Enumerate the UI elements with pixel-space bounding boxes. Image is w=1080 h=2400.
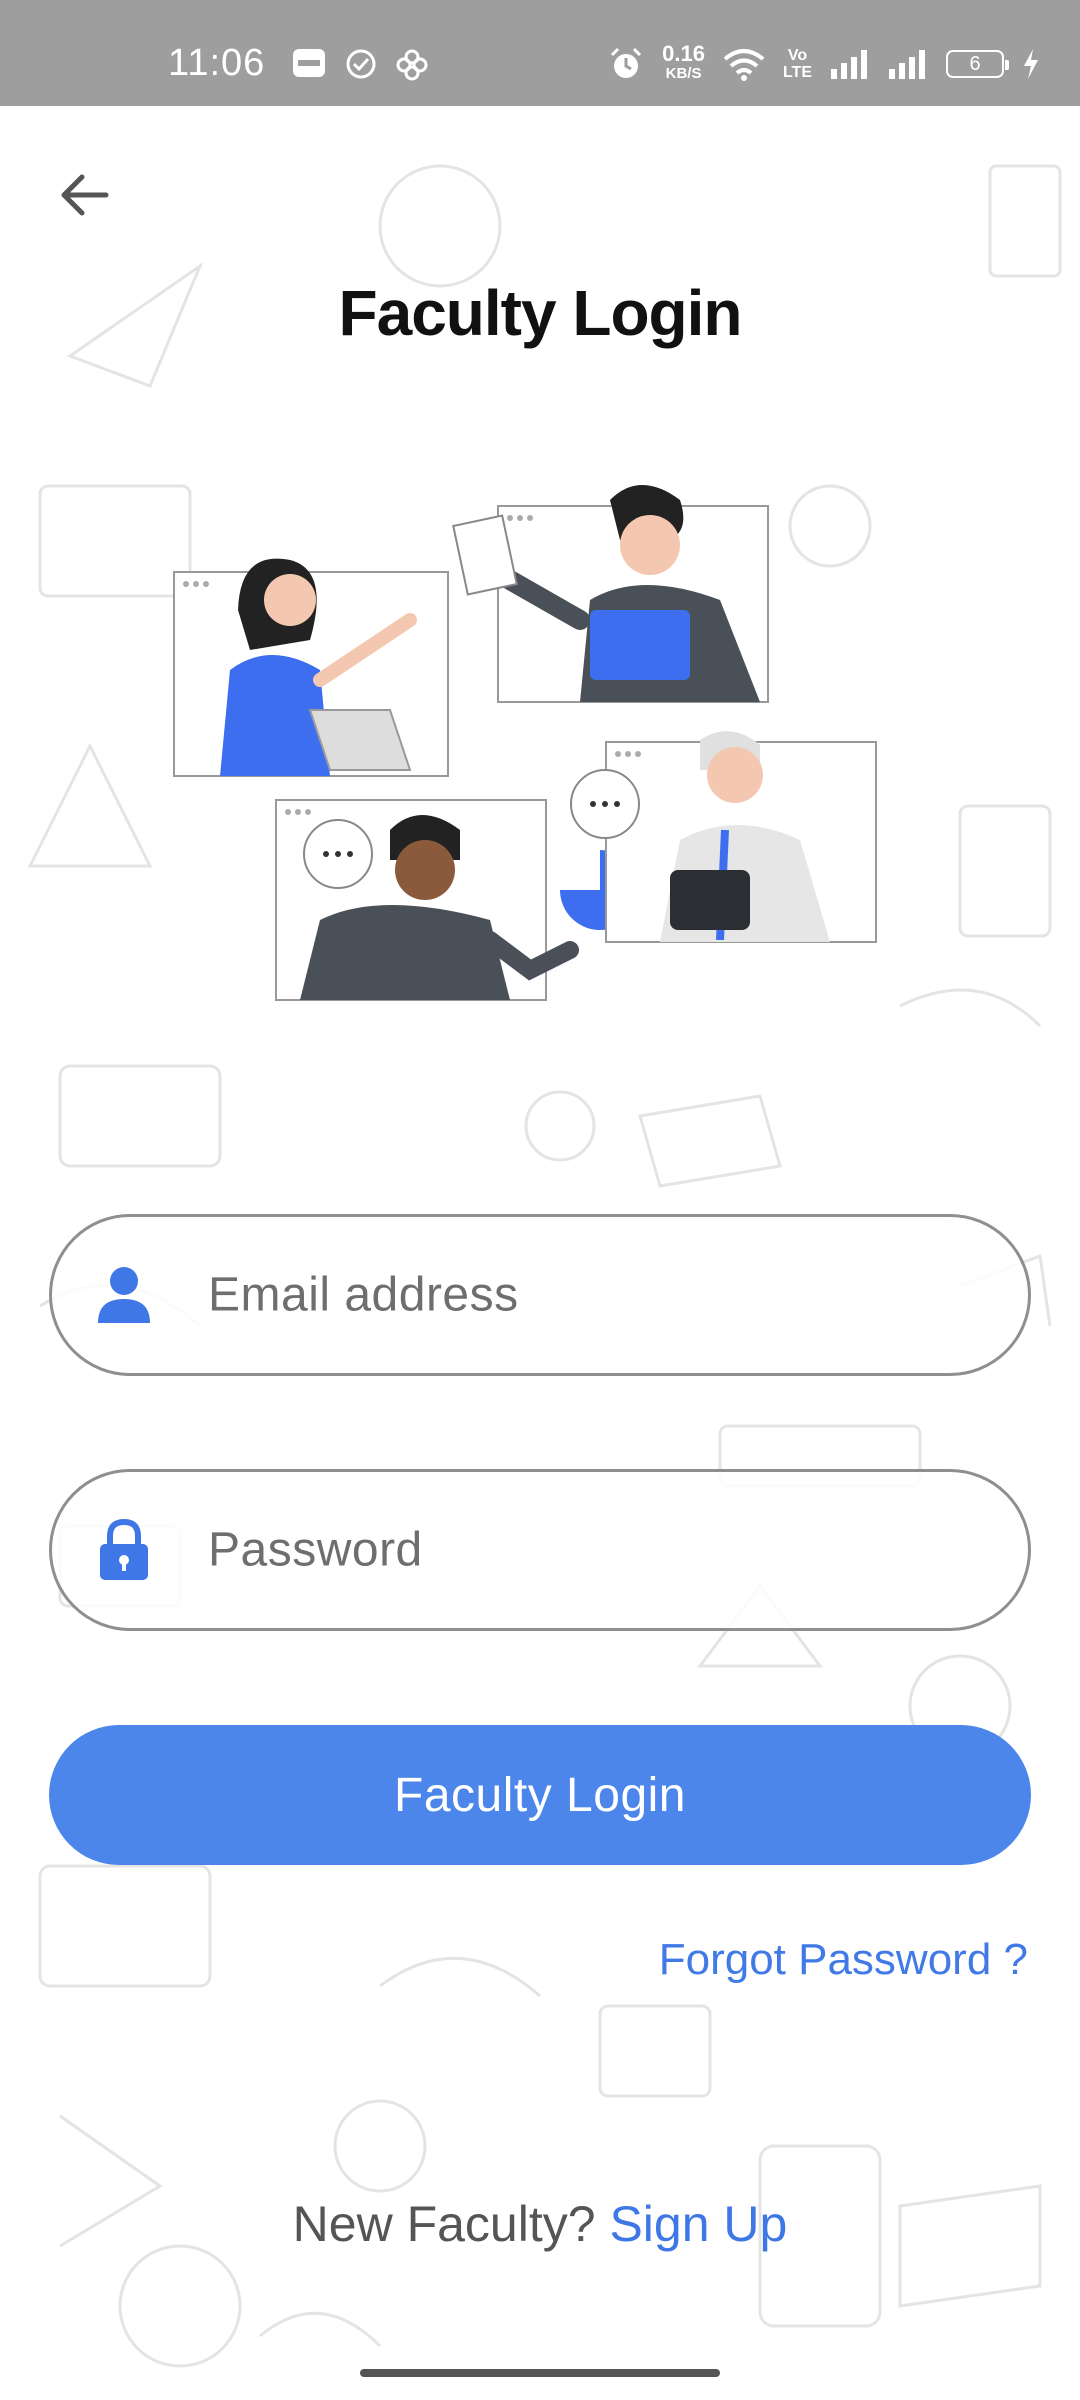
net-speed-unit: KB/S: [665, 65, 702, 82]
page-title: Faculty Login: [338, 277, 743, 349]
lock-icon: [100, 1518, 148, 1580]
forgot-password-link[interactable]: Forgot Password ?: [659, 1935, 1028, 1985]
volte-indicator: Vo LTE: [782, 47, 812, 81]
email-field[interactable]: Email address: [49, 1214, 1031, 1376]
battery-level: 6: [969, 52, 981, 75]
signal-icon: [889, 50, 925, 79]
faculty-illustration: [173, 485, 877, 1001]
status-bar: 11:06 0.16 KB/S Vo LTE 6: [0, 0, 1080, 106]
home-indicator[interactable]: [360, 2369, 720, 2377]
paytm-icon: [293, 49, 325, 77]
person-icon: [98, 1267, 150, 1323]
alarm-icon: [611, 47, 642, 78]
check-circle-icon: [346, 49, 376, 79]
net-speed: 0.16 KB/S: [662, 41, 705, 84]
pinwheel-icon: [396, 49, 428, 81]
battery-indicator: 6: [946, 50, 1009, 78]
status-right-group: 0.16 KB/S Vo LTE 6: [608, 40, 1040, 88]
wifi-icon: [723, 49, 765, 81]
back-arrow-icon[interactable]: [50, 160, 120, 230]
password-placeholder: Password: [208, 1523, 423, 1577]
password-field[interactable]: Password: [49, 1469, 1031, 1631]
charging-icon: [1024, 49, 1038, 79]
signal-icon: [831, 50, 867, 79]
email-placeholder: Email address: [208, 1268, 519, 1322]
faculty-login-button[interactable]: Faculty Login: [49, 1725, 1031, 1865]
status-time: 11:06: [168, 42, 266, 84]
signup-link[interactable]: Sign Up: [609, 2196, 787, 2252]
net-speed-value: 0.16: [662, 41, 705, 66]
signup-prompt: New Faculty? Sign Up: [0, 2195, 1080, 2253]
signup-question: New Faculty?: [292, 2196, 596, 2252]
